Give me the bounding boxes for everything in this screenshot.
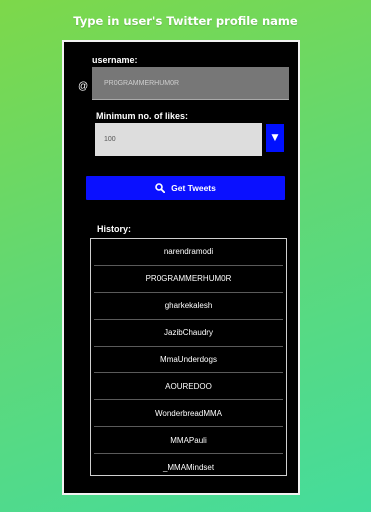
history-item[interactable]: PR0GRAMMERHUM0R [94, 266, 283, 293]
history-item-label: JazibChaudry [164, 328, 213, 338]
history-item-label: WonderbreadMMA [155, 408, 222, 418]
triangle-down-icon: ▼ [271, 133, 279, 143]
history-list[interactable]: narendramodi PR0GRAMMERHUM0R gharkekales… [90, 238, 287, 476]
history-item[interactable]: MmaUnderdogs [94, 347, 283, 374]
history-label: History: [97, 224, 132, 234]
username-label: username: [92, 55, 138, 65]
history-item-label: gharkekalesh [164, 301, 213, 311]
get-tweets-button[interactable]: Get Tweets [86, 176, 285, 200]
history-item-label: MmaUnderdogs [160, 355, 217, 364]
likes-value: 100 [104, 136, 116, 143]
history-item[interactable]: _MMAMindset [94, 454, 283, 475]
history-item[interactable]: AOUREDOO [94, 373, 283, 401]
history-item[interactable]: WonderbreadMMA [94, 400, 283, 428]
likes-label: Minimum no. of likes: [96, 111, 189, 121]
username-value: PR0GRAMMERHUM0R [104, 79, 180, 87]
history-item-label: AOUREDOO [165, 381, 212, 391]
history-item[interactable]: MMAPauli [94, 427, 283, 455]
history-item[interactable]: gharkekalesh [94, 293, 283, 320]
app-panel: username: @ PR0GRAMMERHUM0R Minimum no. … [62, 40, 300, 495]
history-item[interactable]: narendramodi [94, 239, 283, 266]
likes-dropdown-button[interactable]: ▼ [266, 124, 284, 152]
username-input[interactable]: PR0GRAMMERHUM0R [92, 67, 289, 100]
history-item-label: MMAPauli [170, 435, 207, 445]
search-icon [155, 183, 166, 193]
at-prefix: @ [78, 81, 89, 92]
page-title: Type in user's Twitter profile name [73, 14, 298, 28]
history-item[interactable]: JazibChaudry [94, 320, 283, 347]
history-item-label: _MMAMindset [162, 462, 215, 472]
history-item-label: narendramodi [163, 247, 214, 257]
history-item-label: PR0GRAMMERHUM0R [145, 274, 232, 284]
likes-input[interactable]: 100 [95, 123, 262, 156]
get-tweets-label: Get Tweets [171, 183, 216, 193]
